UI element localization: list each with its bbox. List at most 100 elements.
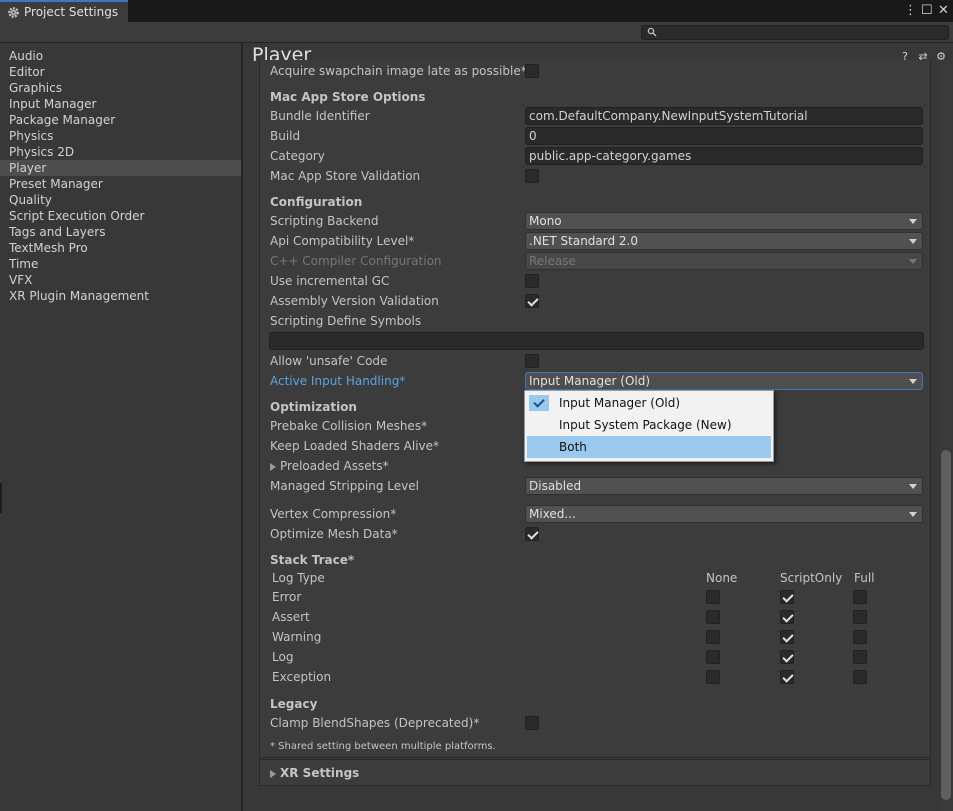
foldout-arrow-icon (270, 769, 276, 778)
optimization-header: Optimization (270, 400, 357, 414)
stack-row-label: Assert (272, 610, 310, 624)
stack-scriptonly-checkbox[interactable] (780, 670, 794, 684)
sidebar-item-textmesh-pro[interactable]: TextMesh Pro (0, 240, 241, 256)
mac-app-store-header: Mac App Store Options (270, 90, 426, 104)
api-compat-label: Api Compatibility Level* (270, 234, 415, 248)
stack-full-checkbox[interactable] (853, 630, 867, 644)
col-scriptonly-header: ScriptOnly (780, 571, 843, 585)
chevron-down-icon (909, 379, 917, 384)
build-field[interactable]: 0 (525, 127, 923, 145)
optimize-mesh-label: Optimize Mesh Data* (270, 527, 398, 541)
sidebar-item-input-manager[interactable]: Input Manager (0, 96, 241, 112)
xr-settings-label: XR Settings (280, 766, 360, 780)
project-settings-tab[interactable]: Project Settings (0, 0, 128, 22)
preloaded-assets-foldout[interactable]: Preloaded Assets* (270, 457, 389, 475)
build-label: Build (270, 129, 301, 143)
vertex-compression-dropdown[interactable]: Mixed... (525, 505, 923, 523)
stack-none-checkbox[interactable] (706, 650, 720, 664)
clamp-blendshapes-checkbox[interactable] (525, 716, 539, 730)
stack-scriptonly-checkbox[interactable] (780, 650, 794, 664)
sidebar-item-player[interactable]: Player (0, 160, 241, 176)
popup-option-label: Input Manager (Old) (559, 396, 681, 410)
stack-scriptonly-checkbox[interactable] (780, 590, 794, 604)
cpp-compiler-dropdown: Release (525, 252, 923, 270)
scrollbar-thumb[interactable] (941, 450, 951, 800)
chevron-down-icon (909, 219, 917, 224)
bundle-identifier-label: Bundle Identifier (270, 109, 370, 123)
col-full-header: Full (854, 571, 875, 585)
stack-none-checkbox[interactable] (706, 630, 720, 644)
active-input-handling-dropdown[interactable]: Input Manager (Old) (525, 372, 923, 390)
stack-full-checkbox[interactable] (853, 590, 867, 604)
optimize-mesh-checkbox[interactable] (525, 527, 539, 541)
incremental-gc-label: Use incremental GC (270, 274, 390, 288)
maximize-icon[interactable]: ☐ (921, 3, 933, 19)
chevron-down-icon (909, 239, 917, 244)
sidebar-item-quality[interactable]: Quality (0, 192, 241, 208)
stack-scriptonly-checkbox[interactable] (780, 610, 794, 624)
close-icon[interactable]: ✕ (938, 3, 949, 19)
incremental-gc-checkbox[interactable] (525, 274, 539, 288)
stack-none-checkbox[interactable] (706, 610, 720, 624)
stack-none-checkbox[interactable] (706, 590, 720, 604)
stack-row-label: Error (272, 590, 302, 604)
bundle-identifier-field[interactable]: com.DefaultCompany.NewInputSystemTutoria… (525, 107, 923, 125)
mac-validation-checkbox[interactable] (525, 169, 539, 183)
sidebar-item-xr-plugin-management[interactable]: XR Plugin Management (0, 288, 241, 304)
chevron-down-icon (909, 484, 917, 489)
sidebar-item-vfx[interactable]: VFX (0, 272, 241, 288)
configuration-header: Configuration (270, 195, 363, 209)
sidebar-item-time[interactable]: Time (0, 256, 241, 272)
sidebar-item-preset-manager[interactable]: Preset Manager (0, 176, 241, 192)
api-compat-dropdown[interactable]: .NET Standard 2.0 (525, 232, 923, 250)
assembly-validation-label: Assembly Version Validation (270, 294, 439, 308)
unsafe-code-label: Allow 'unsafe' Code (270, 354, 388, 368)
popup-option[interactable]: Input System Package (New) (527, 414, 771, 436)
stack-full-checkbox[interactable] (853, 610, 867, 624)
popup-option[interactable]: Both (527, 436, 771, 458)
sidebar-item-graphics[interactable]: Graphics (0, 80, 241, 96)
xr-settings-header: XR Settings (270, 764, 359, 782)
popup-option[interactable]: Input Manager (Old) (527, 392, 771, 414)
legacy-header: Legacy (270, 697, 318, 711)
gear-icon (8, 6, 19, 18)
chevron-down-icon (909, 259, 917, 264)
stack-full-checkbox[interactable] (853, 670, 867, 684)
keep-shaders-label: Keep Loaded Shaders Alive* (270, 439, 440, 453)
more-options-icon[interactable]: ⋮ (904, 3, 917, 19)
sidebar-item-physics-2d[interactable]: Physics 2D (0, 144, 241, 160)
stack-none-checkbox[interactable] (706, 670, 720, 684)
search-input[interactable] (641, 25, 949, 40)
preloaded-assets-label: Preloaded Assets* (280, 459, 389, 473)
acquire-swapchain-checkbox[interactable] (525, 64, 539, 78)
stripping-level-dropdown[interactable]: Disabled (525, 477, 923, 495)
acquire-swapchain-label: Acquire swapchain image late as possible… (270, 64, 527, 78)
xr-settings-foldout[interactable]: XR Settings (259, 759, 931, 786)
assembly-validation-checkbox[interactable] (525, 294, 539, 308)
define-symbols-field[interactable] (269, 332, 924, 350)
stack-row-label: Log (272, 650, 294, 664)
sidebar-item-editor[interactable]: Editor (0, 64, 241, 80)
scripting-backend-dropdown[interactable]: Mono (525, 212, 923, 230)
category-field[interactable]: public.app-category.games (525, 147, 923, 165)
tab-title: Project Settings (24, 5, 119, 19)
sidebar-item-script-execution-order[interactable]: Script Execution Order (0, 208, 241, 224)
clamp-blendshapes-label: Clamp BlendShapes (Deprecated)* (270, 716, 480, 730)
stack-row-label: Exception (272, 670, 332, 684)
stripping-level-value: Disabled (529, 479, 582, 493)
stripping-level-label: Managed Stripping Level (270, 479, 419, 493)
stack-scriptonly-checkbox[interactable] (780, 630, 794, 644)
stack-full-checkbox[interactable] (853, 650, 867, 664)
category-label: Category (270, 149, 325, 163)
sidebar-item-package-manager[interactable]: Package Manager (0, 112, 241, 128)
search-icon (647, 27, 657, 37)
active-input-handling-value: Input Manager (Old) (529, 374, 651, 388)
vertex-compression-label: Vertex Compression* (270, 507, 397, 521)
sidebar-item-audio[interactable]: Audio (0, 48, 241, 64)
sidebar-item-physics[interactable]: Physics (0, 128, 241, 144)
sidebar-item-tags-and-layers[interactable]: Tags and Layers (0, 224, 241, 240)
cpp-compiler-value: Release (529, 254, 576, 268)
col-none-header: None (706, 571, 738, 585)
popup-option-label: Both (559, 440, 587, 454)
unsafe-code-checkbox[interactable] (525, 354, 539, 368)
